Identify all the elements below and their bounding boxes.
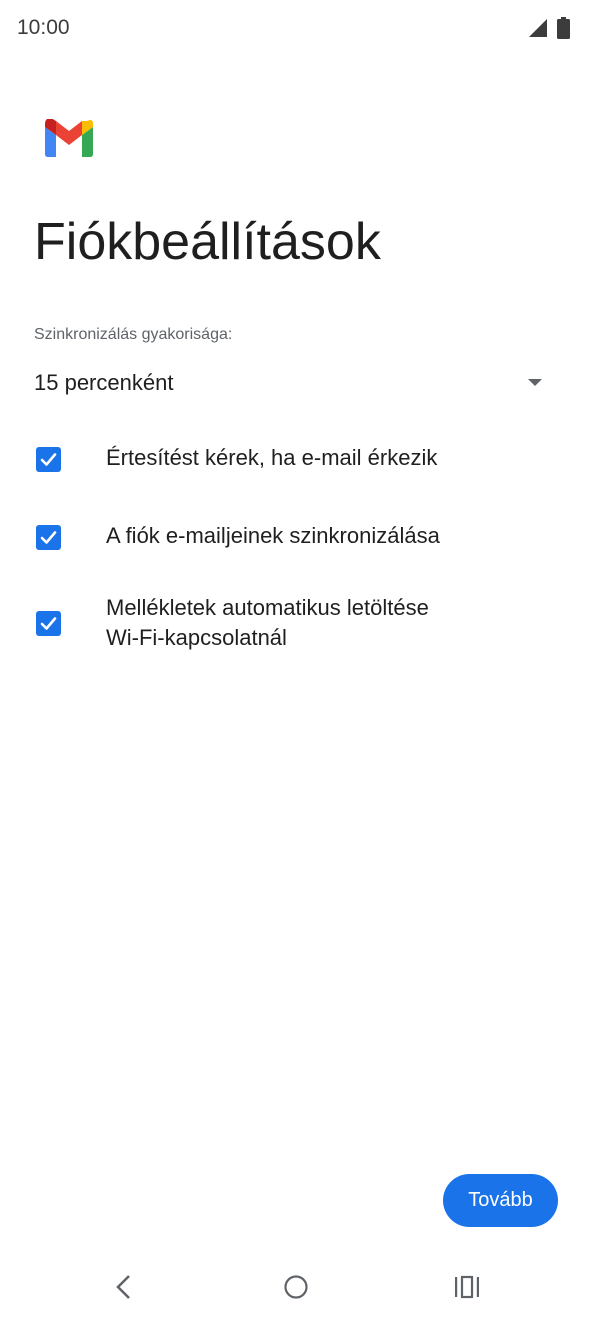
option-notify[interactable]: Értesítést kérek, ha e-mail érkezik <box>34 440 564 480</box>
gmail-logo-icon <box>45 119 93 157</box>
page-title: Fiókbeállítások <box>34 213 381 271</box>
home-icon[interactable] <box>284 1275 308 1299</box>
download-attachments-label-line2: Wi-Fi-kapcsolatnál <box>106 625 287 650</box>
sync-frequency-select[interactable]: 15 percenként <box>34 360 554 406</box>
download-attachments-checkbox[interactable] <box>36 611 61 636</box>
sync-frequency-value: 15 percenként <box>34 370 174 395</box>
checkmark-icon <box>40 617 57 630</box>
next-button[interactable]: Tovább <box>443 1174 558 1227</box>
sync-frequency-label: Szinkronizálás gyakorisága: <box>34 326 233 343</box>
back-icon[interactable] <box>112 1274 136 1300</box>
signal-icon <box>529 19 547 37</box>
option-download-attachments[interactable]: Mellékletek automatikus letöltése Wi-Fi-… <box>34 592 564 656</box>
notify-checkbox[interactable] <box>36 447 61 472</box>
option-sync-email[interactable]: A fiók e-mailjeinek szinkronizálása <box>34 518 564 558</box>
checkmark-icon <box>40 531 57 544</box>
dropdown-arrow-icon <box>528 379 542 386</box>
status-bar: 10:00 <box>0 0 593 56</box>
sync-email-checkbox[interactable] <box>36 525 61 550</box>
status-time: 10:00 <box>17 16 70 39</box>
checkmark-icon <box>40 453 57 466</box>
download-attachments-label-line1: Mellékletek automatikus letöltése <box>106 595 429 620</box>
recents-icon[interactable] <box>454 1275 480 1299</box>
sync-email-label: A fiók e-mailjeinek szinkronizálása <box>106 523 440 548</box>
notify-label: Értesítést kérek, ha e-mail érkezik <box>106 445 438 470</box>
battery-icon <box>557 17 570 39</box>
navigation-bar <box>0 1250 593 1322</box>
